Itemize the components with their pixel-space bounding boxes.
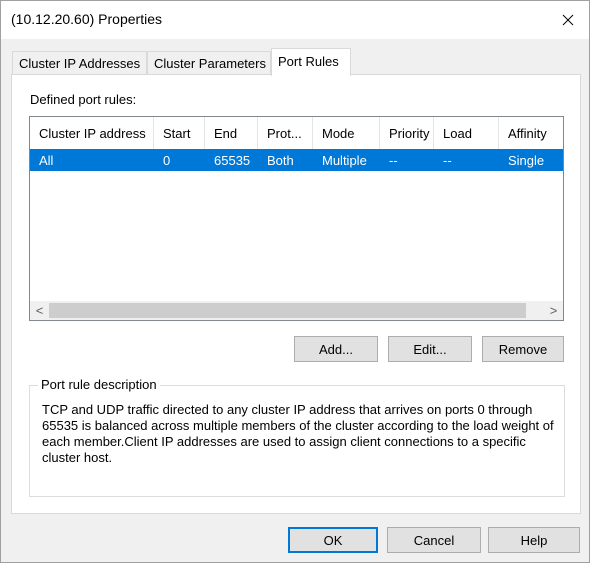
cell-load: -- xyxy=(443,153,452,168)
title-bar: (10.12.20.60) Properties xyxy=(1,1,589,39)
cancel-button[interactable]: Cancel xyxy=(387,527,481,553)
remove-button[interactable]: Remove xyxy=(482,336,564,362)
cell-mode: Multiple xyxy=(322,153,367,168)
port-rule-description-label: Port rule description xyxy=(38,377,160,392)
scroll-left-button[interactable]: < xyxy=(30,301,49,320)
close-icon xyxy=(562,14,574,26)
tab-cluster-ip-addresses[interactable]: Cluster IP Addresses xyxy=(12,51,147,75)
tab-cluster-parameters[interactable]: Cluster Parameters xyxy=(147,51,271,75)
column-header-load[interactable]: Load xyxy=(434,117,499,149)
column-header-affinity[interactable]: Affinity xyxy=(499,117,563,149)
cell-affinity: Single xyxy=(508,153,545,168)
port-rules-panel: Defined port rules: Cluster IP address S… xyxy=(11,74,581,514)
table-row[interactable]: All 0 65535 Both Multiple -- -- Single xyxy=(30,149,563,171)
edit-button[interactable]: Edit... xyxy=(388,336,472,362)
port-rule-description-text: TCP and UDP traffic directed to any clus… xyxy=(42,402,554,465)
cell-end: 65535 xyxy=(214,153,251,168)
column-header-cluster-ip[interactable]: Cluster IP address xyxy=(30,117,154,149)
window-title: (10.12.20.60) Properties xyxy=(11,11,162,27)
defined-port-rules-label: Defined port rules: xyxy=(30,92,137,107)
properties-window: (10.12.20.60) Properties Cluster IP Addr… xyxy=(0,0,590,563)
cell-priority: -- xyxy=(389,153,398,168)
horizontal-scrollbar[interactable]: < > xyxy=(30,301,563,320)
help-button[interactable]: Help xyxy=(488,527,580,553)
close-button[interactable] xyxy=(553,5,583,35)
cell-protocol: Both xyxy=(267,153,294,168)
column-header-mode[interactable]: Mode xyxy=(313,117,380,149)
column-header-protocol[interactable]: Prot... xyxy=(258,117,313,149)
ok-button[interactable]: OK xyxy=(288,527,378,553)
list-header: Cluster IP address Start End Prot... Mod… xyxy=(30,117,563,149)
column-header-priority[interactable]: Priority xyxy=(380,117,434,149)
add-button[interactable]: Add... xyxy=(294,336,378,362)
scroll-right-button[interactable]: > xyxy=(544,301,563,320)
tab-port-rules[interactable]: Port Rules xyxy=(271,48,351,76)
scroll-thumb[interactable] xyxy=(49,303,526,318)
cell-cluster-ip: All xyxy=(39,153,54,168)
cell-start: 0 xyxy=(163,153,171,168)
column-header-end[interactable]: End xyxy=(205,117,258,149)
port-rules-list[interactable]: Cluster IP address Start End Prot... Mod… xyxy=(29,116,564,321)
column-header-start[interactable]: Start xyxy=(154,117,205,149)
port-rule-description-group: Port rule description TCP and UDP traffi… xyxy=(29,377,565,497)
